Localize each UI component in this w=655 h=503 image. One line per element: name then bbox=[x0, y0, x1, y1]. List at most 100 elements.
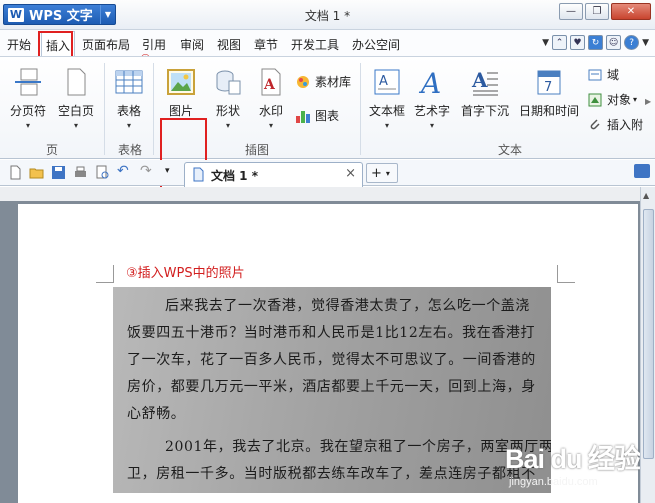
baidu-jingyan-watermark: Bai du 经验 jingyan.baidu.com bbox=[505, 437, 641, 488]
text-group-label: 文本 bbox=[498, 143, 523, 157]
tab-list-icon[interactable] bbox=[634, 164, 650, 178]
page-break-icon bbox=[15, 68, 41, 96]
help-dropdown-icon[interactable]: ▼ bbox=[642, 38, 649, 48]
tab-references[interactable]: 引用 bbox=[142, 36, 166, 53]
print-icon[interactable] bbox=[73, 165, 88, 180]
field-button[interactable]: 域 bbox=[587, 66, 619, 83]
close-tab-icon[interactable]: × bbox=[345, 166, 356, 181]
tab-review[interactable]: 审阅 bbox=[180, 36, 204, 53]
illustration-group-label: 插图 bbox=[245, 143, 270, 157]
svg-text:A: A bbox=[379, 74, 388, 89]
window-controls: — ❐ ✕ bbox=[559, 3, 651, 20]
divider bbox=[153, 63, 154, 155]
title-bar: W WPS 文字 ▼ 文档 1 * — ❐ ✕ bbox=[0, 0, 655, 30]
tab-chapter[interactable]: 章节 bbox=[254, 36, 278, 53]
svg-text:A: A bbox=[471, 68, 488, 92]
picture-button[interactable]: 图片 bbox=[166, 67, 196, 119]
clipart-button[interactable]: 素材库 bbox=[295, 73, 351, 90]
calendar-icon: 7 bbox=[537, 70, 561, 95]
scrollbar-thumb[interactable] bbox=[643, 209, 654, 459]
vertical-scrollbar[interactable]: ▲ bbox=[640, 187, 655, 503]
ribbon: 分页符 ▾ 空白页 ▾ 页 表格 ▾ 表格 图片 形状 ▾ A 水印 ▾ 素材库… bbox=[0, 56, 655, 196]
collapse-ribbon-icon[interactable]: ⌃ bbox=[552, 35, 568, 50]
shapes-button[interactable]: 形状 ▾ bbox=[213, 67, 243, 130]
ribbon-options-icon[interactable]: ▼ bbox=[542, 38, 549, 48]
undo-icon[interactable]: ↶ bbox=[117, 163, 132, 179]
textbox-button[interactable]: A 文本框 ▾ bbox=[369, 67, 405, 130]
dropcap-icon: A bbox=[471, 68, 498, 96]
table-group-label: 表格 bbox=[118, 143, 143, 157]
photo-text-line: 了一次车，花了一百多人民币，觉得太不可思议了。一间香港的 bbox=[127, 352, 536, 368]
clipart-icon bbox=[297, 75, 309, 88]
tab-home[interactable]: 开始 bbox=[7, 36, 31, 53]
tab-document-1[interactable]: 文档 1 * × bbox=[184, 162, 363, 187]
watermark-button[interactable]: A 水印 ▾ bbox=[256, 67, 286, 130]
page-group-label: 页 bbox=[46, 143, 59, 157]
inserted-photo[interactable]: 后来我去了一次香港，觉得香港太贵了，怎么吃一个盖浇 饭要四五十港币？当时港币和人… bbox=[113, 287, 551, 493]
window-title: 文档 1 * bbox=[304, 9, 351, 23]
object-button[interactable]: 对象 ▾ bbox=[587, 91, 637, 108]
open-folder-icon[interactable] bbox=[29, 165, 44, 180]
menu-tab-bar: 开始 插入 页面布局 引用 审阅 视图 章节 开发工具 办公空间 ▼ ⌃ ♥ ↻… bbox=[0, 30, 655, 57]
table-button[interactable]: 表格 ▾ bbox=[114, 67, 144, 130]
margin-corner-marker bbox=[557, 265, 575, 283]
help-icon[interactable]: ? bbox=[624, 35, 640, 50]
save-icon[interactable] bbox=[51, 165, 66, 180]
chevron-down-icon: ▾ bbox=[430, 121, 435, 130]
photo-text-line: 卫，房租一千多。当时版税都去练车改车了，差点连房子都租不 bbox=[127, 466, 536, 482]
refresh-icon[interactable]: ↻ bbox=[588, 35, 604, 50]
photo-text-line: 房价，都要几万元一平米，酒店都要上千元一天，回到上海，身 bbox=[127, 379, 536, 395]
dropcap-button[interactable]: A 首字下沉 bbox=[461, 67, 509, 119]
user-icon[interactable]: ☺ bbox=[606, 35, 622, 50]
chevron-down-icon: ▾ bbox=[633, 95, 638, 104]
attachment-button[interactable]: 插入附 bbox=[587, 116, 643, 133]
new-tab-button[interactable]: + ▾ bbox=[366, 163, 398, 183]
restore-button[interactable]: ❐ bbox=[585, 3, 609, 20]
highlight-insert-tab bbox=[38, 31, 73, 58]
chevron-down-icon: ▾ bbox=[126, 121, 131, 130]
wordart-icon: A bbox=[418, 67, 441, 97]
watermark-main: Bai du 经验 bbox=[505, 444, 641, 474]
photo-text-line: 心舒畅。 bbox=[127, 406, 186, 422]
table-icon bbox=[115, 70, 143, 94]
picture-icon bbox=[167, 69, 195, 95]
new-document-icon[interactable] bbox=[8, 165, 23, 180]
chart-icon bbox=[296, 110, 310, 123]
svg-text:A: A bbox=[263, 77, 276, 93]
ruler bbox=[0, 187, 640, 201]
object-icon bbox=[588, 93, 602, 106]
photo-text-line: 后来我去了一次香港，觉得香港太贵了，怎么吃一个盖浇 bbox=[165, 298, 530, 314]
tab-office-space[interactable]: 办公空间 bbox=[352, 36, 400, 53]
step-3-caption: ③插入WPS中的照片 bbox=[126, 266, 245, 281]
chevron-down-icon: ▾ bbox=[225, 121, 230, 130]
skin-icon[interactable]: ♥ bbox=[570, 35, 586, 50]
page-break-button[interactable]: 分页符 ▾ bbox=[10, 67, 46, 130]
blank-page-button[interactable]: 空白页 ▾ bbox=[58, 67, 94, 130]
document-tab-label: 文档 1 * bbox=[211, 169, 258, 183]
margin-corner-marker bbox=[96, 265, 114, 283]
tab-page-layout[interactable]: 页面布局 bbox=[82, 36, 130, 53]
svg-text:A: A bbox=[418, 67, 441, 97]
scroll-up-icon[interactable]: ▲ bbox=[643, 191, 649, 200]
close-button[interactable]: ✕ bbox=[611, 3, 651, 20]
minimize-button[interactable]: — bbox=[559, 3, 583, 20]
chevron-down-icon: ▾ bbox=[385, 168, 390, 178]
wordart-button[interactable]: A 艺术字 ▾ bbox=[414, 67, 450, 130]
document-icon bbox=[193, 167, 204, 182]
ribbon-right-icons: ▼ ⌃ ♥ ↻ ☺ ? ▼ bbox=[542, 35, 649, 50]
photo-text-line: 饭要四五十港币？当时港币和人民币是1比12左右。我在香港打 bbox=[127, 325, 536, 341]
field-icon bbox=[588, 69, 602, 80]
toolbar-customize-icon[interactable]: ▾ bbox=[165, 166, 180, 181]
watermark-url: jingyan.baidu.com bbox=[509, 476, 598, 488]
tab-view[interactable]: 视图 bbox=[217, 36, 241, 53]
chevron-down-icon: ▾ bbox=[385, 121, 390, 130]
photo-text-line: 2001年，我去了北京。我在望京租了一个房子，两室两厅两 bbox=[165, 439, 551, 455]
chart-button[interactable]: 图表 bbox=[295, 107, 339, 124]
tab-developer[interactable]: 开发工具 bbox=[291, 36, 339, 53]
datetime-button[interactable]: 7 日期和时间 bbox=[519, 67, 579, 119]
divider bbox=[360, 63, 361, 155]
scroll-right-icon[interactable]: ▶ bbox=[645, 97, 651, 106]
shapes-icon bbox=[216, 70, 241, 95]
print-preview-icon[interactable] bbox=[95, 165, 110, 180]
redo-icon[interactable]: ↷ bbox=[140, 163, 155, 179]
